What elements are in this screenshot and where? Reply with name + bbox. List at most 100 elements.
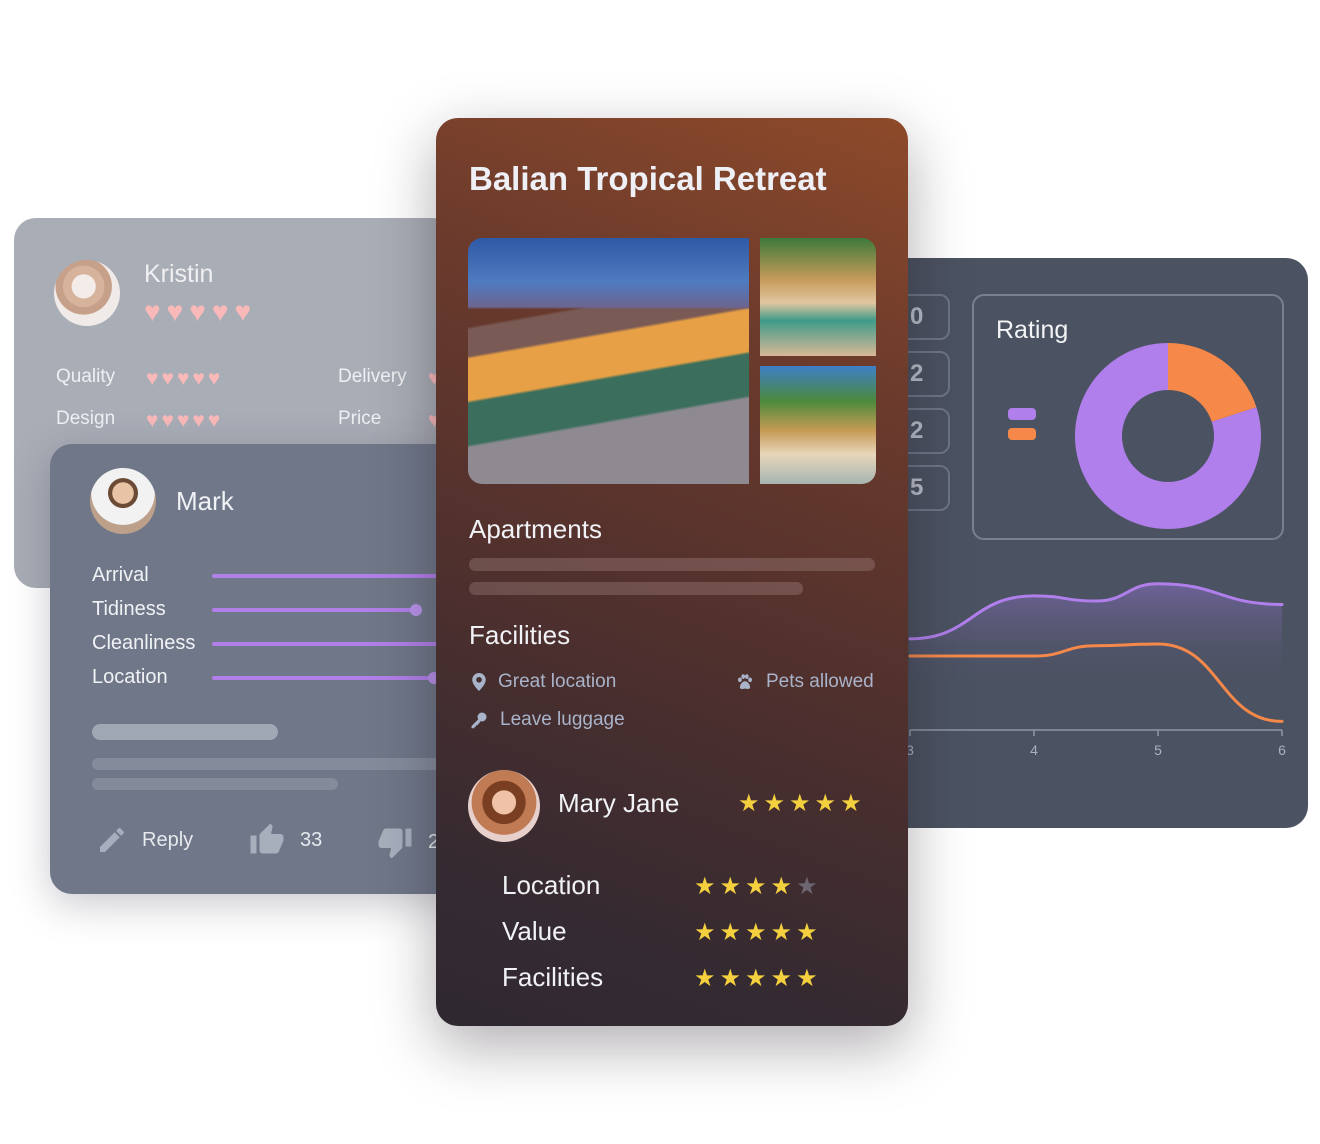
x-tick-label: 5 (1154, 742, 1162, 758)
text-placeholder (469, 558, 875, 571)
star-filled-icon: ★ (738, 790, 760, 817)
heart-icon: ♥ (189, 296, 206, 327)
legend-chip-orange (1008, 428, 1036, 440)
criteria-label-price: Price (338, 408, 382, 429)
map-pin-icon (472, 673, 486, 691)
heart-icon: ♥ (207, 367, 221, 390)
legend-chip-purple (1008, 408, 1036, 420)
reviewer-name: Kristin (144, 260, 214, 288)
heart-icon: ♥ (144, 296, 161, 327)
star-filled-icon: ★ (770, 919, 793, 946)
thumbs-up-icon (250, 823, 284, 854)
hotel-card: Balian Tropical Retreat Apartments Facil… (436, 118, 908, 1026)
rating-label-location: Location (502, 870, 601, 900)
heart-icon: ♥ (146, 409, 159, 432)
hotel-photo-garden[interactable] (760, 366, 876, 484)
star-empty-icon: ★ (796, 873, 818, 900)
facility-label: Pets allowed (766, 671, 874, 692)
overall-stars: ★ ★ ★ ★ ★ (738, 792, 862, 816)
rating-panel: Rating (972, 294, 1284, 540)
rating-title: Rating (996, 316, 1069, 344)
reviewer-name: Mark (176, 486, 234, 516)
facilities-stars: ★ ★ ★ ★ ★ (694, 967, 818, 991)
rating-label-facilities: Facilities (502, 962, 604, 992)
slider-label-tidiness: Tidiness (92, 598, 166, 620)
quality-hearts: ♥ ♥ ♥ ♥ ♥ (146, 368, 220, 389)
heart-icon: ♥ (192, 367, 205, 390)
hotel-title: Balian Tropical Retreat (469, 160, 827, 197)
heart-icon: ♥ (207, 409, 221, 432)
reply-button[interactable]: Reply (96, 824, 193, 856)
heart-icon: ♥ (176, 367, 190, 390)
hotel-photo-pool[interactable] (760, 238, 876, 356)
facility-leave-luggage: Leave luggage (470, 709, 625, 731)
facility-label: Great location (498, 671, 617, 692)
facilities-heading: Facilities (469, 620, 571, 650)
paw-icon (738, 674, 752, 689)
star-filled-icon: ★ (745, 919, 767, 946)
value-stars: ★ ★ ★ ★ ★ (694, 921, 818, 945)
heart-icon: ♥ (211, 296, 229, 327)
like-count: 33 (300, 828, 323, 851)
heart-icon: ♥ (176, 409, 190, 432)
reviewer-name: Mary Jane (558, 788, 680, 818)
text-placeholder (469, 582, 803, 595)
dislike-button[interactable]: 2 (376, 824, 439, 860)
tidiness-slider[interactable] (212, 608, 416, 612)
mary-jane-avatar (468, 770, 540, 842)
text-placeholder (92, 724, 278, 740)
overall-hearts: ♥ ♥ ♥ ♥ ♥ (144, 298, 251, 326)
slider-label-arrival: Arrival (92, 564, 149, 586)
star-filled-icon: ★ (745, 873, 767, 900)
apartments-heading: Apartments (469, 514, 602, 544)
star-filled-icon: ★ (814, 790, 837, 817)
star-filled-icon: ★ (796, 919, 818, 946)
star-filled-icon: ★ (694, 965, 716, 992)
star-filled-icon: ★ (840, 790, 862, 817)
hotel-photo-main[interactable] (468, 238, 749, 484)
facility-pets-allowed: Pets allowed (736, 671, 874, 693)
text-placeholder (92, 778, 338, 790)
mark-review-card: Mark Arrival Tidiness Cleanliness Locati… (50, 444, 472, 894)
heart-icon: ♥ (161, 367, 174, 390)
slider-label-cleanliness: Cleanliness (92, 632, 196, 654)
x-tick-label: 4 (1030, 742, 1038, 758)
heart-icon: ♥ (192, 409, 205, 432)
star-filled-icon: ★ (763, 790, 786, 817)
star-filled-icon: ★ (789, 790, 811, 817)
like-button[interactable]: 33 (248, 822, 322, 858)
pencil-icon (100, 827, 124, 852)
donut-slice-orange (1168, 343, 1257, 422)
thumbs-down-icon (378, 828, 412, 859)
heart-icon: ♥ (146, 367, 159, 390)
star-filled-icon: ★ (719, 919, 742, 946)
key-icon (471, 712, 487, 729)
dashboard-card: 0 2 2 5 Rating 3456 (880, 258, 1308, 828)
rating-donut-chart (1075, 343, 1261, 529)
star-filled-icon: ★ (694, 919, 716, 946)
rating-label-value: Value (502, 916, 567, 946)
cleanliness-slider[interactable] (212, 642, 472, 646)
star-filled-icon: ★ (719, 965, 742, 992)
heart-icon: ♥ (161, 409, 174, 432)
arrival-slider[interactable] (212, 574, 472, 578)
text-placeholder (92, 758, 452, 770)
heart-icon: ♥ (234, 296, 252, 327)
x-tick-label: 6 (1278, 742, 1286, 758)
star-filled-icon: ★ (770, 873, 793, 900)
star-filled-icon: ★ (694, 873, 716, 900)
criteria-label-quality: Quality (56, 366, 116, 387)
slider-label-location: Location (92, 666, 168, 688)
star-filled-icon: ★ (745, 965, 767, 992)
star-filled-icon: ★ (796, 965, 818, 992)
facility-label: Leave luggage (500, 709, 625, 730)
design-hearts: ♥ ♥ ♥ ♥ ♥ (146, 410, 220, 431)
criteria-label-delivery: Delivery (338, 366, 407, 387)
heart-icon: ♥ (166, 296, 184, 327)
kristin-avatar (54, 260, 120, 326)
trend-line-chart: 3456 (906, 582, 1286, 758)
tidiness-slider-handle[interactable] (410, 604, 422, 616)
location-stars: ★ ★ ★ ★ ★ (694, 875, 818, 899)
mark-avatar (90, 468, 156, 534)
reply-label: Reply (142, 828, 194, 851)
